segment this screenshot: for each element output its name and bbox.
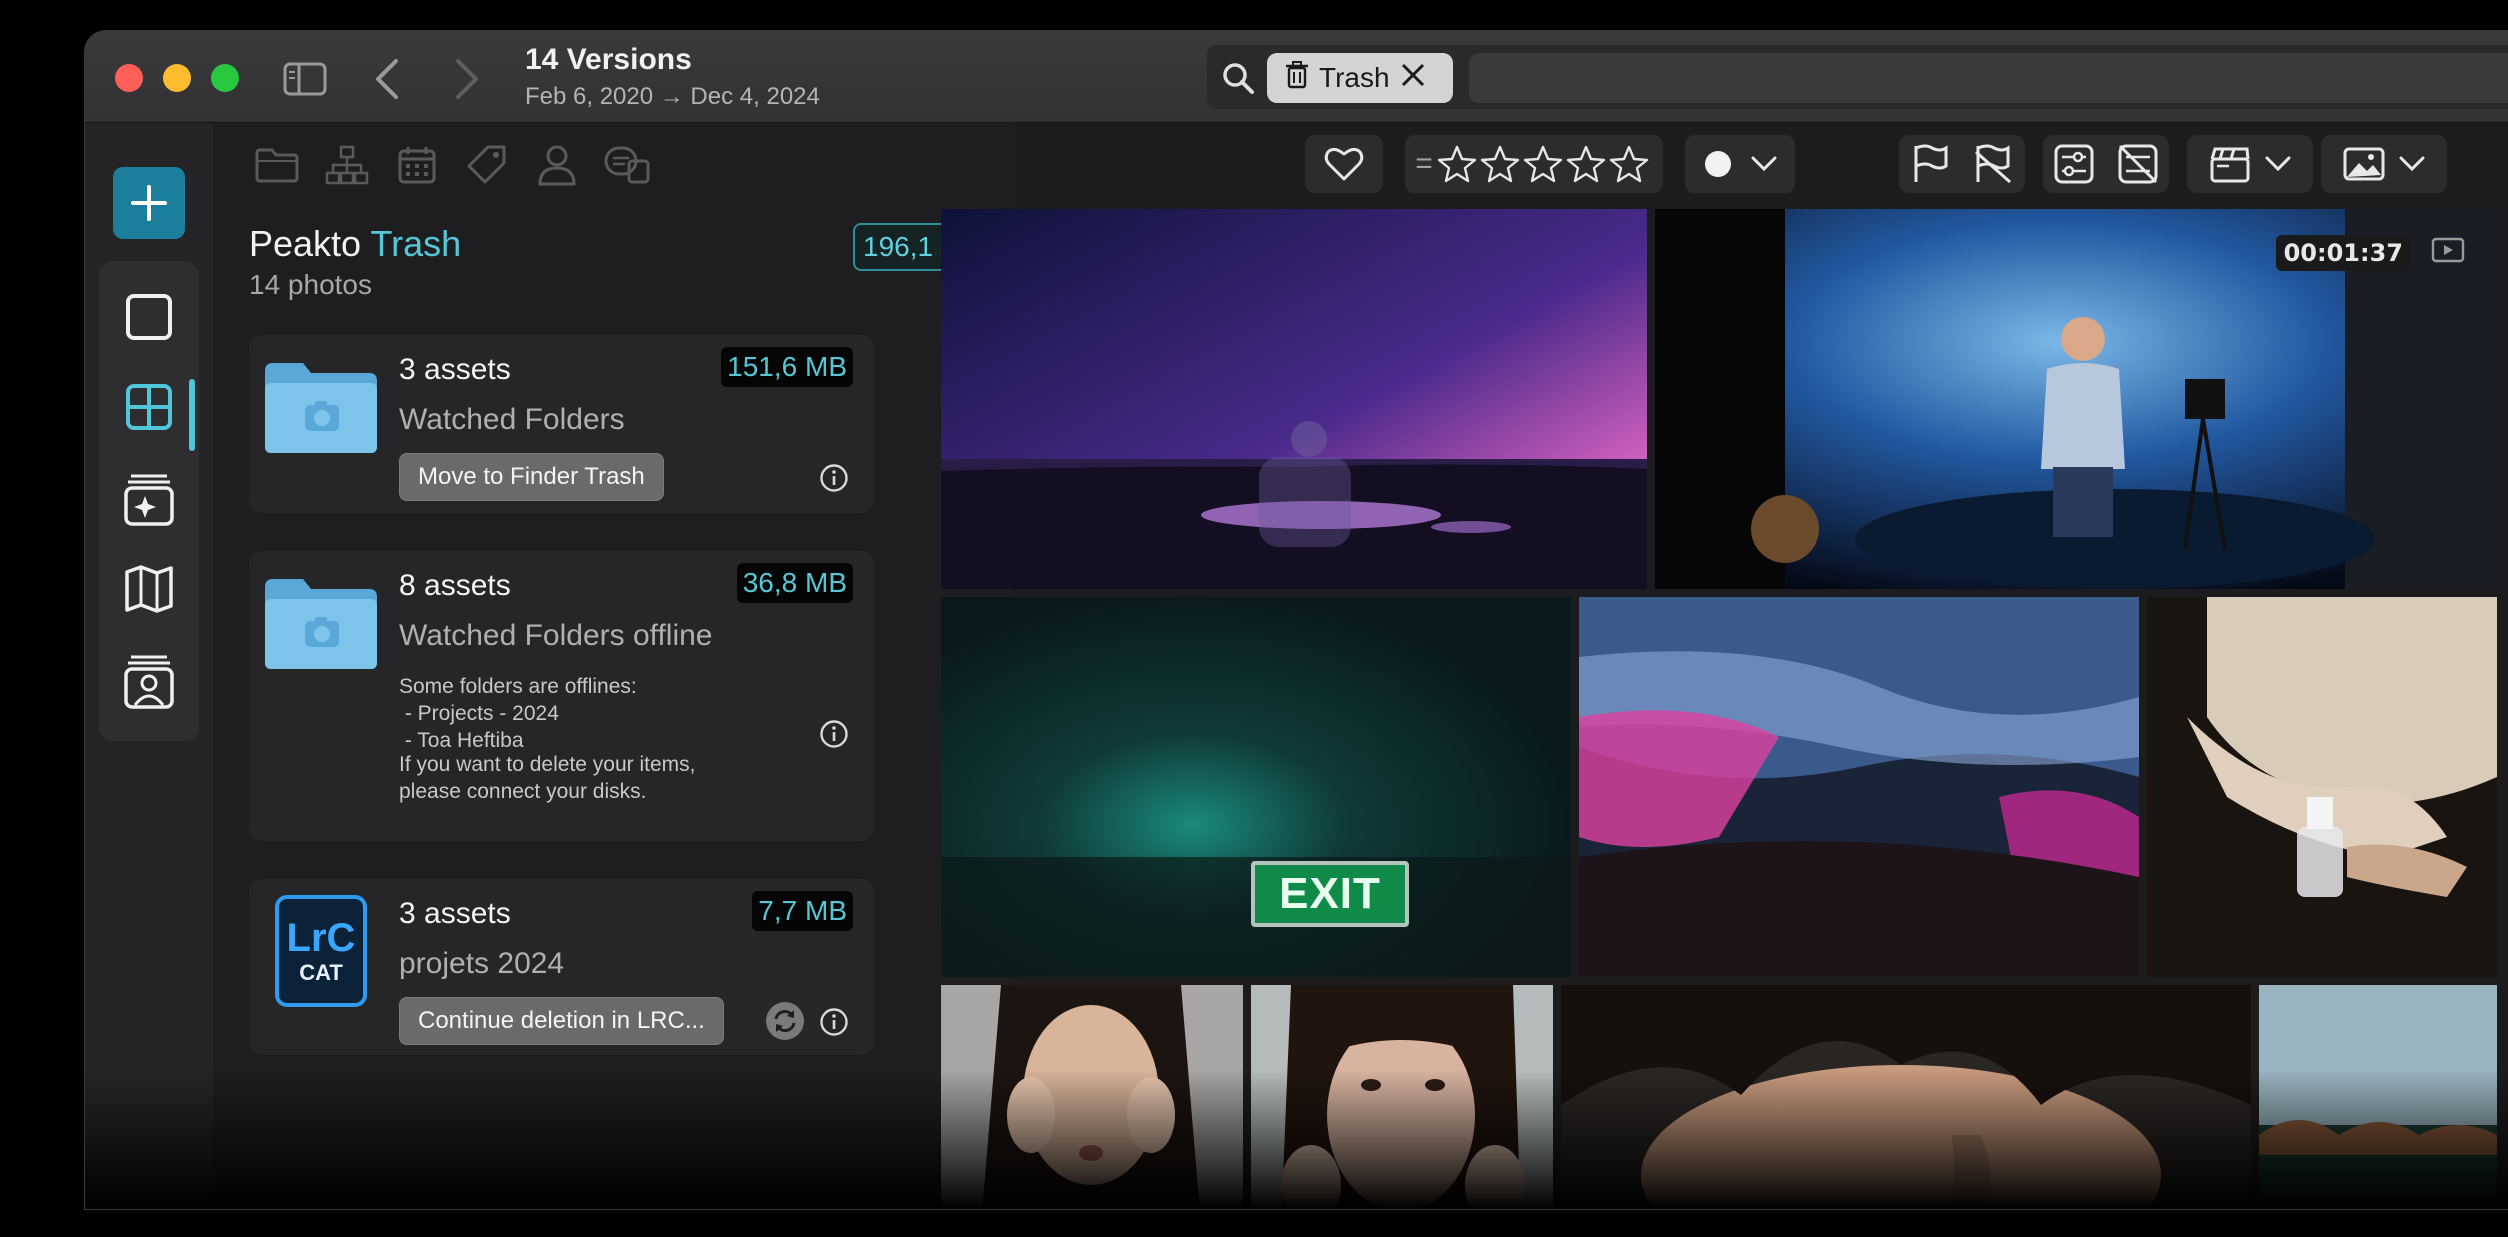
add-button[interactable]: [113, 167, 185, 239]
photo-tile-curly-hair[interactable]: [1561, 985, 2251, 1209]
panel-title: Peakto Trash: [249, 223, 461, 265]
color-label-filter[interactable]: [1685, 135, 1795, 193]
person-filter-icon[interactable]: [533, 143, 581, 187]
people-icon[interactable]: [121, 653, 177, 709]
navigation-rail: [85, 123, 213, 1209]
search-bar: Trash: [1207, 45, 2508, 109]
photo-tile-landscape[interactable]: [2259, 985, 2497, 1209]
view-switcher: [99, 261, 199, 741]
grid-view-icon[interactable]: [121, 379, 177, 435]
app-window: 14 Versions Feb 6, 2020 → Dec 4, 2024 Tr…: [84, 30, 2508, 1210]
panel-title-accent: Trash: [370, 223, 462, 264]
info-icon[interactable]: [819, 719, 849, 749]
video-duration: 00:01:37: [2275, 235, 2411, 271]
media-type-filter[interactable]: [2187, 135, 2313, 193]
star-rating-icons: [1437, 145, 1648, 183]
title-bar: 14 Versions Feb 6, 2020 → Dec 4, 2024 Tr…: [85, 31, 2508, 123]
minimize-window-button[interactable]: [163, 64, 191, 92]
connect-disks-hint: If you want to delete your items, please…: [399, 753, 696, 803]
filter-icons: [253, 139, 651, 191]
info-icon[interactable]: [819, 463, 849, 493]
calendar-filter-icon[interactable]: [393, 143, 441, 187]
exit-sign-text: EXIT: [1251, 861, 1409, 927]
photo-tile-nail-polish[interactable]: [2147, 597, 2497, 977]
ai-generate-icon[interactable]: [121, 471, 177, 527]
sidebar-toggle-icon[interactable]: [281, 59, 329, 99]
watched-folders-offline-card: 8 assets Watched Folders offline 36,8 MB…: [249, 551, 875, 841]
adjusted-icon: [2054, 144, 2094, 184]
cat-icon-label: CAT: [299, 960, 343, 985]
card-size-badge: 151,6 MB: [721, 347, 853, 387]
chevron-down-icon: [2265, 156, 2291, 172]
lightroom-catalog-card: LrC CAT 3 assets projets 2024 7,7 MB Con…: [249, 879, 875, 1055]
zoom-window-button[interactable]: [211, 64, 239, 92]
card-size-badge: 36,8 MB: [736, 563, 853, 603]
card-asset-count: 8 assets: [399, 569, 511, 602]
info-icon[interactable]: [819, 1007, 849, 1037]
folder-filter-icon[interactable]: [253, 143, 301, 187]
card-size-badge: 7,7 MB: [752, 891, 853, 931]
hierarchy-filter-icon[interactable]: [323, 143, 371, 187]
photo-tile-portrait-2[interactable]: [1251, 985, 1553, 1209]
card-source-name: Watched Folders offline: [399, 619, 713, 652]
chevron-down-icon: [2399, 156, 2425, 172]
plus-icon: [131, 185, 167, 221]
rating-operator: =: [1415, 147, 1433, 180]
trash-panel: Peakto Trash 14 photos 196,1 MB 3 assets…: [213, 123, 1013, 1209]
back-chevron-icon[interactable]: [367, 57, 407, 101]
adjustments-filter[interactable]: [2043, 135, 2169, 193]
video-icon: [2431, 237, 2465, 263]
search-icon[interactable]: [1221, 61, 1255, 95]
search-token-label: Trash: [1319, 62, 1390, 93]
tag-filter-icon[interactable]: [463, 143, 511, 187]
active-view-indicator: [189, 379, 195, 451]
clapperboard-icon: [2210, 147, 2250, 183]
card-source-name: Watched Folders: [399, 403, 625, 436]
date-range: Feb 6, 2020 → Dec 4, 2024: [525, 83, 820, 110]
photo-count: 14 photos: [249, 269, 372, 300]
offline-folders-note: Some folders are offlines: - Projects - …: [399, 675, 637, 752]
favorite-filter-button[interactable]: [1305, 135, 1383, 193]
watched-folders-card: 3 assets Watched Folders 151,6 MB Move t…: [249, 335, 875, 513]
forward-chevron-icon[interactable]: [447, 57, 487, 101]
move-to-finder-trash-button[interactable]: Move to Finder Trash: [399, 453, 664, 501]
card-source-name: projets 2024: [399, 947, 565, 980]
photo-tile-portrait-1[interactable]: [941, 985, 1243, 1209]
photo-grid: 00:01:37 EXIT: [941, 209, 2508, 1209]
photo-icon: [2343, 147, 2385, 181]
not-adjusted-icon: [2118, 144, 2158, 184]
search-input[interactable]: [1469, 53, 2508, 103]
search-token-trash[interactable]: Trash: [1267, 53, 1453, 103]
heart-icon: [1324, 147, 1364, 181]
photo-type-filter[interactable]: [2321, 135, 2447, 193]
flag-icon: [1914, 144, 1948, 182]
photo-tile-exit-sign[interactable]: EXIT: [941, 597, 1571, 977]
recognized-text-filter-icon[interactable]: [603, 143, 651, 187]
remove-token-icon[interactable]: [1400, 62, 1426, 95]
color-dot-icon: [1705, 151, 1731, 177]
refresh-icon[interactable]: [765, 1001, 805, 1041]
window-title: 14 Versions: [525, 43, 692, 76]
photo-tile-night-sky[interactable]: [941, 209, 1647, 589]
photo-tile-neon-water[interactable]: [1579, 597, 2139, 977]
card-asset-count: 3 assets: [399, 353, 511, 386]
panel-title-prefix: Peakto: [249, 223, 362, 264]
map-icon[interactable]: [121, 561, 177, 617]
chevron-down-icon: [1751, 156, 1777, 172]
card-asset-count: 3 assets: [399, 897, 511, 930]
camera-folder-icon: [263, 361, 379, 455]
flag-filter[interactable]: [1899, 135, 2025, 193]
camera-folder-icon: [263, 577, 379, 671]
continue-deletion-button[interactable]: Continue deletion in LRC...: [399, 997, 724, 1045]
single-view-icon[interactable]: [121, 289, 177, 345]
trash-icon: [1285, 60, 1309, 96]
video-tile-studio[interactable]: 00:01:37: [1655, 209, 2495, 589]
lrc-icon-label: LrC: [286, 916, 356, 960]
rejected-flag-icon: [1975, 144, 2011, 184]
close-window-button[interactable]: [115, 64, 143, 92]
rating-filter[interactable]: =: [1405, 135, 1663, 193]
lightroom-catalog-icon: LrC CAT: [275, 895, 367, 1007]
